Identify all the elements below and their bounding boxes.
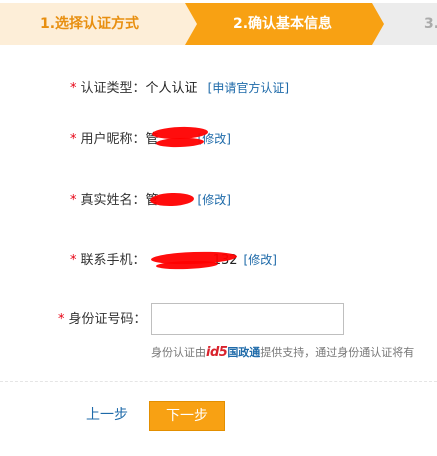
prev-step-link[interactable]: 上一步: [86, 404, 128, 424]
required-star: *: [70, 253, 77, 268]
required-star: *: [70, 81, 77, 96]
nickname-label: 用户昵称：: [80, 132, 146, 147]
step-3-label: 3.: [424, 16, 437, 32]
required-star: *: [58, 312, 65, 327]
real-name-label: 真实姓名：: [80, 193, 146, 208]
id5-logo: id5: [206, 345, 228, 360]
hint-brand: 国政通: [227, 346, 261, 359]
edit-real-name-link[interactable]: [修改]: [198, 193, 231, 207]
divider: [0, 381, 437, 382]
hint-prefix: 身份认证由: [151, 346, 206, 359]
step-2-label: 2.确认基本信息: [233, 16, 333, 32]
step-2-active: 2.确认基本信息: [185, 3, 385, 45]
next-step-button[interactable]: 下一步: [149, 401, 225, 431]
cert-type-row: * 认证类型：个人认证 [申请官方认证]: [70, 78, 289, 98]
step-1: 1.选择认证方式: [0, 3, 200, 45]
cert-type-value: 个人认证: [145, 81, 198, 96]
required-star: *: [70, 132, 77, 147]
apply-official-cert-link[interactable]: [申请官方认证]: [208, 81, 289, 95]
required-star: *: [70, 193, 77, 208]
step-1-label: 1.选择认证方式: [40, 16, 140, 32]
step-bar: 1.选择认证方式 2.确认基本信息 3.: [0, 0, 437, 46]
cert-type-label: 认证类型：: [80, 81, 146, 96]
phone-label: 联系手机：: [80, 253, 146, 268]
id-number-input[interactable]: [151, 303, 344, 335]
id-verify-hint: 身份认证由id5国政通提供支持，通过身份通认证将有: [151, 345, 414, 361]
id-number-row: * 身份证号码：: [58, 310, 147, 330]
hint-suffix: 提供支持，通过身份通认证将有: [260, 346, 415, 359]
id-number-label: 身份证号码：: [68, 312, 147, 327]
edit-phone-link[interactable]: [修改]: [244, 253, 277, 267]
